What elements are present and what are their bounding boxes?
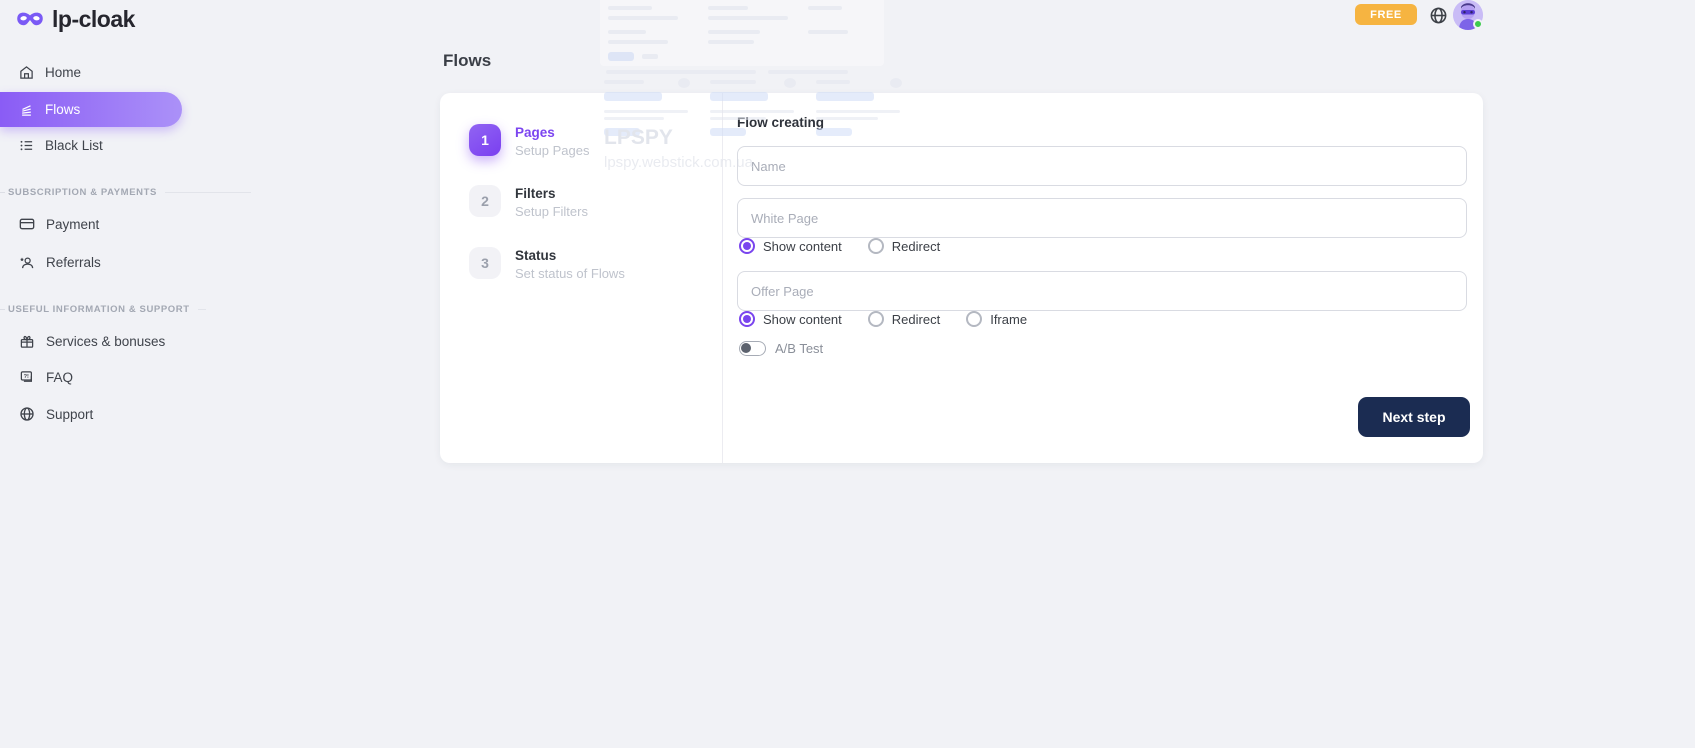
brand-name: lp-cloak xyxy=(52,6,135,33)
radio-label: Iframe xyxy=(990,312,1027,327)
radio-show-content[interactable]: Show content xyxy=(739,311,842,327)
plan-badge[interactable]: FREE xyxy=(1355,4,1417,25)
sidebar-item-referrals[interactable]: Referrals xyxy=(0,247,182,277)
radio-redirect[interactable]: Redirect xyxy=(868,311,940,327)
gift-icon xyxy=(19,334,35,349)
name-input[interactable] xyxy=(737,146,1467,186)
ab-test-toggle[interactable] xyxy=(739,341,766,356)
sidebar-item-label: Payment xyxy=(46,217,99,232)
support-globe-icon xyxy=(19,406,35,422)
sidebar: lp-cloak Home Flows Black List SUBSCRIPT… xyxy=(0,0,200,748)
sidebar-item-payment[interactable]: Payment xyxy=(0,209,182,239)
sidebar-item-black-list[interactable]: Black List xyxy=(0,130,182,160)
offer-page-mode-radios: Show content Redirect Iframe xyxy=(739,311,1027,327)
radio-iframe[interactable]: Iframe xyxy=(966,311,1027,327)
step-subtitle: Setup Filters xyxy=(515,204,588,220)
section-label-subscription: SUBSCRIPTION & PAYMENTS xyxy=(8,187,251,198)
ab-test-toggle-row[interactable]: A/B Test xyxy=(739,341,823,356)
toggle-knob xyxy=(741,343,751,353)
section-label-support: USEFUL INFORMATION & SUPPORT xyxy=(8,304,206,315)
radio-circle[interactable] xyxy=(868,311,884,327)
white-page-input[interactable] xyxy=(737,198,1467,238)
card-divider xyxy=(722,93,723,463)
ghost-panel xyxy=(600,0,884,66)
mask-icon xyxy=(16,10,44,30)
svg-text:?!: ?! xyxy=(24,374,29,380)
ab-test-label: A/B Test xyxy=(775,341,823,356)
sidebar-item-label: Flows xyxy=(45,102,80,117)
flow-creation-card: 1 Pages Setup Pages 2 Filters Setup Filt… xyxy=(440,93,1483,463)
sidebar-item-label: Home xyxy=(45,65,81,80)
stepper-step-status[interactable]: 3 Status Set status of Flows xyxy=(469,247,625,282)
online-status-dot xyxy=(1473,19,1483,29)
step-number-badge: 3 xyxy=(469,247,501,279)
radio-label: Show content xyxy=(763,312,842,327)
radio-label: Show content xyxy=(763,239,842,254)
radio-redirect[interactable]: Redirect xyxy=(868,238,940,254)
sidebar-item-label: Support xyxy=(46,407,93,422)
step-number-badge: 2 xyxy=(469,185,501,217)
step-title: Status xyxy=(515,248,625,264)
radio-circle[interactable] xyxy=(739,311,755,327)
page-title: Flows xyxy=(443,51,491,71)
next-step-button[interactable]: Next step xyxy=(1358,397,1470,437)
step-title: Pages xyxy=(515,125,589,141)
white-page-mode-radios: Show content Redirect xyxy=(739,238,940,254)
sidebar-item-label: Referrals xyxy=(46,255,101,270)
form-title: Flow creating xyxy=(737,115,824,130)
sidebar-item-label: Services & bonuses xyxy=(46,334,165,349)
sidebar-item-support[interactable]: Support xyxy=(0,399,182,429)
step-title: Filters xyxy=(515,186,588,202)
sidebar-item-home[interactable]: Home xyxy=(0,57,182,87)
referral-user-icon xyxy=(19,255,35,270)
globe-icon xyxy=(1429,6,1448,25)
radio-circle[interactable] xyxy=(868,238,884,254)
step-subtitle: Setup Pages xyxy=(515,143,589,159)
offer-page-input[interactable] xyxy=(737,271,1467,311)
step-number-badge: 1 xyxy=(469,124,501,156)
faq-bubble-icon: ?! xyxy=(19,370,35,385)
stepper-step-pages[interactable]: 1 Pages Setup Pages xyxy=(469,124,589,159)
radio-circle[interactable] xyxy=(966,311,982,327)
flows-icon xyxy=(19,102,34,117)
language-globe-button[interactable] xyxy=(1427,4,1449,26)
sidebar-item-flows[interactable]: Flows xyxy=(0,92,182,127)
step-subtitle: Set status of Flows xyxy=(515,266,625,282)
radio-label: Redirect xyxy=(892,312,940,327)
radio-label: Redirect xyxy=(892,239,940,254)
sidebar-item-faq[interactable]: ?! FAQ xyxy=(0,362,182,392)
sidebar-item-services-bonuses[interactable]: Services & bonuses xyxy=(0,326,182,356)
home-icon xyxy=(19,65,34,80)
radio-show-content[interactable]: Show content xyxy=(739,238,842,254)
black-list-icon xyxy=(19,138,34,153)
sidebar-item-label: Black List xyxy=(45,138,103,153)
radio-circle[interactable] xyxy=(739,238,755,254)
brand-logo[interactable]: lp-cloak xyxy=(16,6,135,33)
stepper-step-filters[interactable]: 2 Filters Setup Filters xyxy=(469,185,588,220)
sidebar-item-label: FAQ xyxy=(46,370,73,385)
credit-card-icon xyxy=(19,217,35,231)
